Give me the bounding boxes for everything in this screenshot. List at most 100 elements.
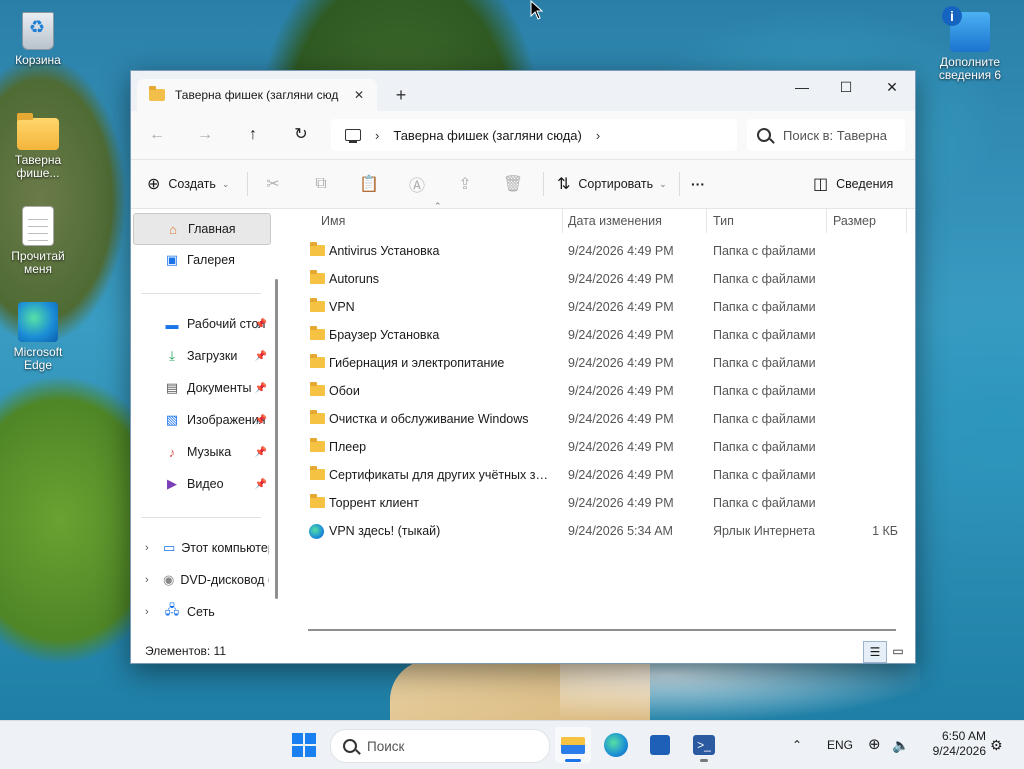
minimize-button[interactable]: — (779, 73, 825, 101)
close-window-button[interactable]: ✕ (869, 73, 915, 101)
details-pane-button[interactable]: ◫ Сведения (813, 168, 893, 200)
nav-label: Видео (187, 477, 224, 491)
address-bar[interactable]: › Таверна фишек (загляни сюда) › (331, 119, 737, 151)
maximize-button[interactable]: ☐ (823, 73, 869, 101)
file-name: Торрент клиент (329, 496, 420, 510)
paste-button[interactable]: 📋 (353, 168, 385, 200)
desktop-icon-recycle-bin[interactable]: Корзина (2, 12, 74, 67)
pin-icon[interactable]: 📌 (255, 383, 267, 394)
nav-item-pictures[interactable]: ▧ Изображения 📌 (133, 405, 269, 435)
folder-icon (310, 438, 325, 452)
column-header-date[interactable]: Дата изменения (568, 209, 662, 233)
share-button[interactable]: ⇪ (449, 168, 481, 200)
pin-icon[interactable]: 📌 (255, 447, 267, 458)
file-row[interactable]: Сертификаты для других учётных запи... 9… (288, 461, 914, 489)
refresh-button[interactable]: ↻ (287, 121, 315, 149)
taskbar-file-explorer[interactable] (555, 727, 591, 763)
desktop-icon-readme[interactable]: Прочитай меня (2, 206, 74, 276)
more-options-button[interactable]: ··· (691, 168, 705, 200)
taskbar-search[interactable]: Поиск (330, 729, 550, 763)
pin-icon[interactable]: 📌 (255, 351, 267, 362)
file-row[interactable]: VPN 9/24/2026 4:49 PM Папка с файлами (288, 293, 914, 321)
nav-item-downloads[interactable]: ⤓ Загрузки 📌 (133, 341, 269, 371)
column-divider[interactable] (906, 209, 907, 233)
column-divider[interactable] (826, 209, 827, 233)
recycle-bin-icon (22, 12, 54, 50)
nav-item-desktop[interactable]: ▬ Рабочий стол 📌 (133, 309, 269, 339)
create-button[interactable]: ⊕ Создать ⌄ (147, 168, 229, 200)
volume-icon[interactable]: 🔈 (892, 721, 909, 769)
copy-button[interactable]: ⧉ (305, 168, 337, 200)
nav-item-this-pc[interactable]: › ▭ Этот компьютер (133, 533, 269, 563)
file-row[interactable]: Торрент клиент 9/24/2026 4:49 PM Папка с… (288, 489, 914, 517)
folder-icon (310, 382, 325, 396)
desktop-icon-taverna-folder[interactable]: Таверна фише... (2, 112, 74, 180)
delete-button[interactable]: 🗑 (497, 168, 529, 200)
file-row[interactable]: Плеер 9/24/2026 4:49 PM Папка с файлами (288, 433, 914, 461)
nav-label: Документы (187, 381, 252, 395)
start-button[interactable] (292, 733, 316, 757)
nav-item-gallery[interactable]: ▣ Галерея (133, 245, 269, 275)
language-indicator[interactable]: ENG (827, 721, 853, 769)
file-row[interactable]: VPN здесь! (тыкай) 9/24/2026 5:34 AM Ярл… (288, 517, 914, 545)
column-divider[interactable] (706, 209, 707, 233)
back-button[interactable]: ← (143, 121, 171, 149)
nav-scrollbar[interactable] (275, 279, 278, 599)
pin-icon[interactable]: 📌 (255, 319, 267, 330)
up-button[interactable]: ↑ (239, 121, 267, 149)
column-header-name[interactable]: Имя (321, 209, 345, 233)
breadcrumb-chevron-icon[interactable]: › (375, 128, 379, 143)
expand-chevron-icon[interactable]: › (145, 542, 149, 554)
notifications-icon[interactable]: ⚙ (990, 721, 1003, 769)
breadcrumb-current[interactable]: Таверна фишек (загляни сюда) (393, 128, 582, 143)
tab-taverna[interactable]: Таверна фишек (загляни сюд ✕ (137, 79, 377, 111)
windows-logo-icon (305, 733, 316, 744)
rename-button[interactable]: Ⓐ (401, 168, 433, 200)
desktop-icon-info-shortcut[interactable]: Дополните сведения 6 (934, 6, 1006, 82)
file-explorer-window: Таверна фишек (загляни сюд ✕ + — ☐ ✕ ← →… (130, 70, 916, 664)
nav-item-music[interactable]: ♪ Музыка 📌 (133, 437, 269, 467)
desktop-icon-edge[interactable]: Microsoft Edge (2, 302, 74, 372)
file-row[interactable]: Autoruns 9/24/2026 4:49 PM Папка с файла… (288, 265, 914, 293)
column-header-type[interactable]: Тип (713, 209, 734, 233)
breadcrumb-chevron-icon[interactable]: › (596, 128, 600, 143)
column-divider[interactable] (562, 209, 563, 233)
column-header-size[interactable]: Размер (833, 209, 876, 233)
file-row[interactable]: Браузер Установка 9/24/2026 4:49 PM Папк… (288, 321, 914, 349)
folder-icon (310, 466, 325, 480)
clock[interactable]: 6:50 AM 9/24/2026 (918, 729, 986, 759)
gallery-icon: ▣ (165, 252, 179, 267)
expand-chevron-icon[interactable]: › (145, 606, 149, 618)
nav-item-home[interactable]: ⌂ Главная (133, 213, 271, 245)
details-view-button[interactable]: ☰ (863, 641, 887, 663)
new-tab-button[interactable]: + (389, 83, 413, 107)
command-bar: ⊕ Создать ⌄ ✂ ⧉ 📋 Ⓐ ⇪ 🗑 ⇅ Сортировать ⌄ … (131, 160, 915, 209)
mouse-cursor-icon (530, 0, 544, 20)
clock-date: 9/24/2026 (932, 744, 986, 758)
search-box[interactable]: Поиск в: Таверна (747, 119, 905, 151)
nav-label: Загрузки (187, 349, 238, 363)
tiles-view-button[interactable]: ▭ (887, 641, 909, 661)
network-icon[interactable]: ⊕ (868, 721, 881, 769)
file-row[interactable]: Гибернация и электропитание 9/24/2026 4:… (288, 349, 914, 377)
taskbar-store[interactable] (642, 727, 678, 763)
nav-item-video[interactable]: ▶ Видео 📌 (133, 469, 269, 499)
sort-button[interactable]: ⇅ Сортировать ⌄ (557, 168, 667, 200)
status-bar: Элементов: 11 ☰ ▭ (131, 639, 915, 663)
nav-item-documents[interactable]: ▤ Документы 📌 (133, 373, 269, 403)
cut-button[interactable]: ✂ (257, 168, 289, 200)
nav-item-network[interactable]: › 🖧 Сеть (133, 597, 269, 627)
nav-item-dvd[interactable]: › ◉ DVD-дисковод ( (133, 565, 269, 595)
horizontal-scrollbar[interactable] (308, 629, 896, 631)
file-row[interactable]: Очистка и обслуживание Windows 9/24/2026… (288, 405, 914, 433)
file-row[interactable]: Обои 9/24/2026 4:49 PM Папка с файлами (288, 377, 914, 405)
forward-button[interactable]: → (191, 121, 219, 149)
pin-icon[interactable]: 📌 (255, 479, 267, 490)
taskbar-powershell[interactable]: >_ (686, 727, 722, 763)
taskbar-edge[interactable] (598, 727, 634, 763)
show-hidden-icons-button[interactable]: ⌃ (792, 721, 802, 769)
tab-close-icon[interactable]: ✕ (349, 88, 369, 102)
file-row[interactable]: Antivirus Установка 9/24/2026 4:49 PM Па… (288, 237, 914, 265)
pin-icon[interactable]: 📌 (255, 415, 267, 426)
expand-chevron-icon[interactable]: › (145, 574, 149, 586)
